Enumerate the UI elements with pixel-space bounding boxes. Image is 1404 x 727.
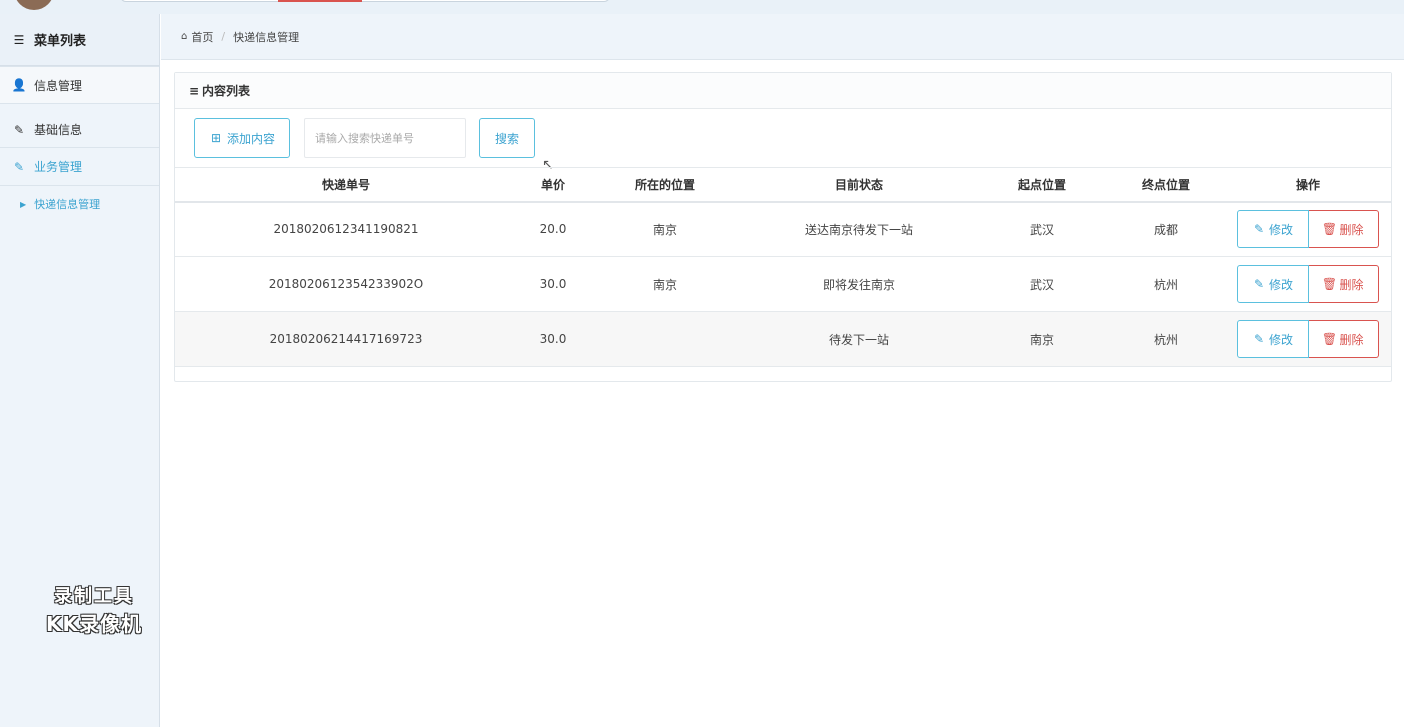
sidebar-item-label: 业务管理 [34,160,83,174]
delete-button[interactable]: 🗑 删除 [1309,210,1379,249]
edit-label: 修改 [1268,277,1293,292]
header-tracking-no[interactable]: 快递单号 [175,167,517,203]
toolbar: ⊞ 添加内容 搜索 ↖ [175,109,1391,173]
cell-end: 杭州 [1107,311,1225,367]
cell-location [589,311,741,367]
plus-square-icon: ⊞ [210,131,222,145]
edit-button[interactable]: ✎ 修改 [1237,320,1309,358]
cell-start: 南京 [977,311,1107,367]
search-button[interactable]: 搜索 [479,118,535,158]
cell-end: 杭州 [1107,256,1225,312]
cell-actions: ✎ 修改 🗑 删除 [1225,256,1391,312]
header-actions: 操作 [1225,167,1391,203]
header-status[interactable]: 目前状态 [741,167,977,203]
menu-title-label: 菜单列表 [34,34,87,49]
add-content-button[interactable]: ⊞ 添加内容 [194,118,290,158]
table-row[interactable]: 20180206214417169723 30.0 待发下一站 南京 杭州 ✎ 修… [175,311,1391,367]
breadcrumb-current: 快递信息管理 [233,30,300,44]
watermark-line1: 录制工具 [54,586,134,607]
trash-icon: 🗑 [1321,222,1338,237]
list-icon: ≡ [188,83,200,98]
user-icon: 👤 [11,78,27,92]
header-location[interactable]: 所在的位置 [589,167,741,203]
edit-icon: ✎ [1253,222,1265,237]
header-price[interactable]: 单价 [517,167,589,203]
sidebar-item-basic-info[interactable]: ✎ 基础信息 [0,112,159,148]
delete-label: 删除 [1339,332,1364,347]
edit-icon: ✎ [13,122,25,137]
cell-location: 南京 [589,201,741,257]
delete-button[interactable]: 🗑 删除 [1309,320,1379,358]
edit-icon: ✎ [1253,277,1265,291]
main-content: ⌂ 首页 / 快递信息管理 ≡ 内容列表 ⊞ 添加内容 搜索 ↖ 快递单号 单价… [161,14,1404,727]
breadcrumb-separator: / [221,30,226,43]
table-row[interactable]: 2018020612354233902O 30.0 南京 即将发往南京 武汉 杭… [175,256,1391,312]
delete-button[interactable]: 🗑 删除 [1309,265,1379,303]
sidebar-subitem-express-management[interactable]: ▶ 快递信息管理 [0,186,159,222]
list-icon: ☰ [13,32,25,47]
cell-end: 成都 [1107,201,1225,257]
sidebar-subitem-label: 快递信息管理 [34,198,101,211]
cell-actions: ✎ 修改 🗑 删除 [1225,201,1391,257]
trash-icon: 🗑 [1321,277,1338,291]
delete-label: 删除 [1339,222,1364,237]
edit-label: 修改 [1268,332,1293,347]
row-actions: ✎ 修改 🗑 删除 [1225,320,1391,358]
table-header-row: 快递单号 单价 所在的位置 目前状态 起点位置 终点位置 操作 [175,167,1391,203]
express-table: 快递单号 单价 所在的位置 目前状态 起点位置 终点位置 操作 20180206… [175,167,1391,367]
cell-price: 30.0 [517,256,589,312]
edit-button[interactable]: ✎ 修改 [1237,210,1309,249]
table-row[interactable]: 2018020612341190821 20.0 南京 送达南京待发下一站 武汉… [175,201,1391,257]
cell-price: 20.0 [517,201,589,257]
content-panel: ≡ 内容列表 ⊞ 添加内容 搜索 ↖ 快递单号 单价 所在的位置 目前状态 起点… [174,72,1392,382]
cell-status: 待发下一站 [741,311,977,367]
cell-tracking-no: 2018020612354233902O [175,256,517,312]
watermark-line2: KK录像机 [46,612,142,636]
delete-label: 删除 [1339,277,1364,292]
recorder-watermark: 录制工具 KK录像机 [28,582,160,637]
top-header [0,0,1404,14]
caret-right-icon: ▶ [20,199,27,209]
trash-icon: 🗑 [1321,332,1338,346]
sidebar-item-label: 信息管理 [34,78,83,93]
edit-icon: ✎ [13,159,25,174]
edit-icon: ✎ [1253,332,1265,346]
breadcrumb-home[interactable]: 首页 [191,29,213,45]
sidebar-item-info-management[interactable]: 👤 信息管理 [0,66,159,104]
add-content-label: 添加内容 [226,131,275,146]
panel-title: 内容列表 [202,84,251,98]
top-red-accent [278,0,362,2]
search-input[interactable] [304,118,466,158]
cell-tracking-no: 2018020612341190821 [175,201,517,257]
edit-button[interactable]: ✎ 修改 [1237,265,1309,303]
cell-status: 送达南京待发下一站 [741,201,977,257]
cell-start: 武汉 [977,201,1107,257]
sidebar-item-business-management[interactable]: ✎ 业务管理 [0,148,159,186]
row-actions: ✎ 修改 🗑 删除 [1225,210,1391,249]
header-start[interactable]: 起点位置 [977,167,1107,203]
cell-price: 30.0 [517,311,589,367]
header-end[interactable]: 终点位置 [1107,167,1225,203]
edit-label: 修改 [1268,222,1293,237]
breadcrumb: ⌂ 首页 / 快递信息管理 [161,14,1404,60]
cell-status: 即将发往南京 [741,256,977,312]
cell-tracking-no: 20180206214417169723 [175,311,517,367]
home-icon: ⌂ [181,31,188,42]
row-actions: ✎ 修改 🗑 删除 [1225,265,1391,303]
top-search-bar[interactable] [120,0,610,2]
cell-location: 南京 [589,256,741,312]
avatar[interactable] [14,0,54,10]
cell-start: 武汉 [977,256,1107,312]
panel-header: ≡ 内容列表 [175,73,1391,109]
sidebar-item-label: 基础信息 [34,123,83,137]
sidebar-menu-title: ☰ 菜单列表 [0,14,159,66]
cell-actions: ✎ 修改 🗑 删除 [1225,311,1391,367]
